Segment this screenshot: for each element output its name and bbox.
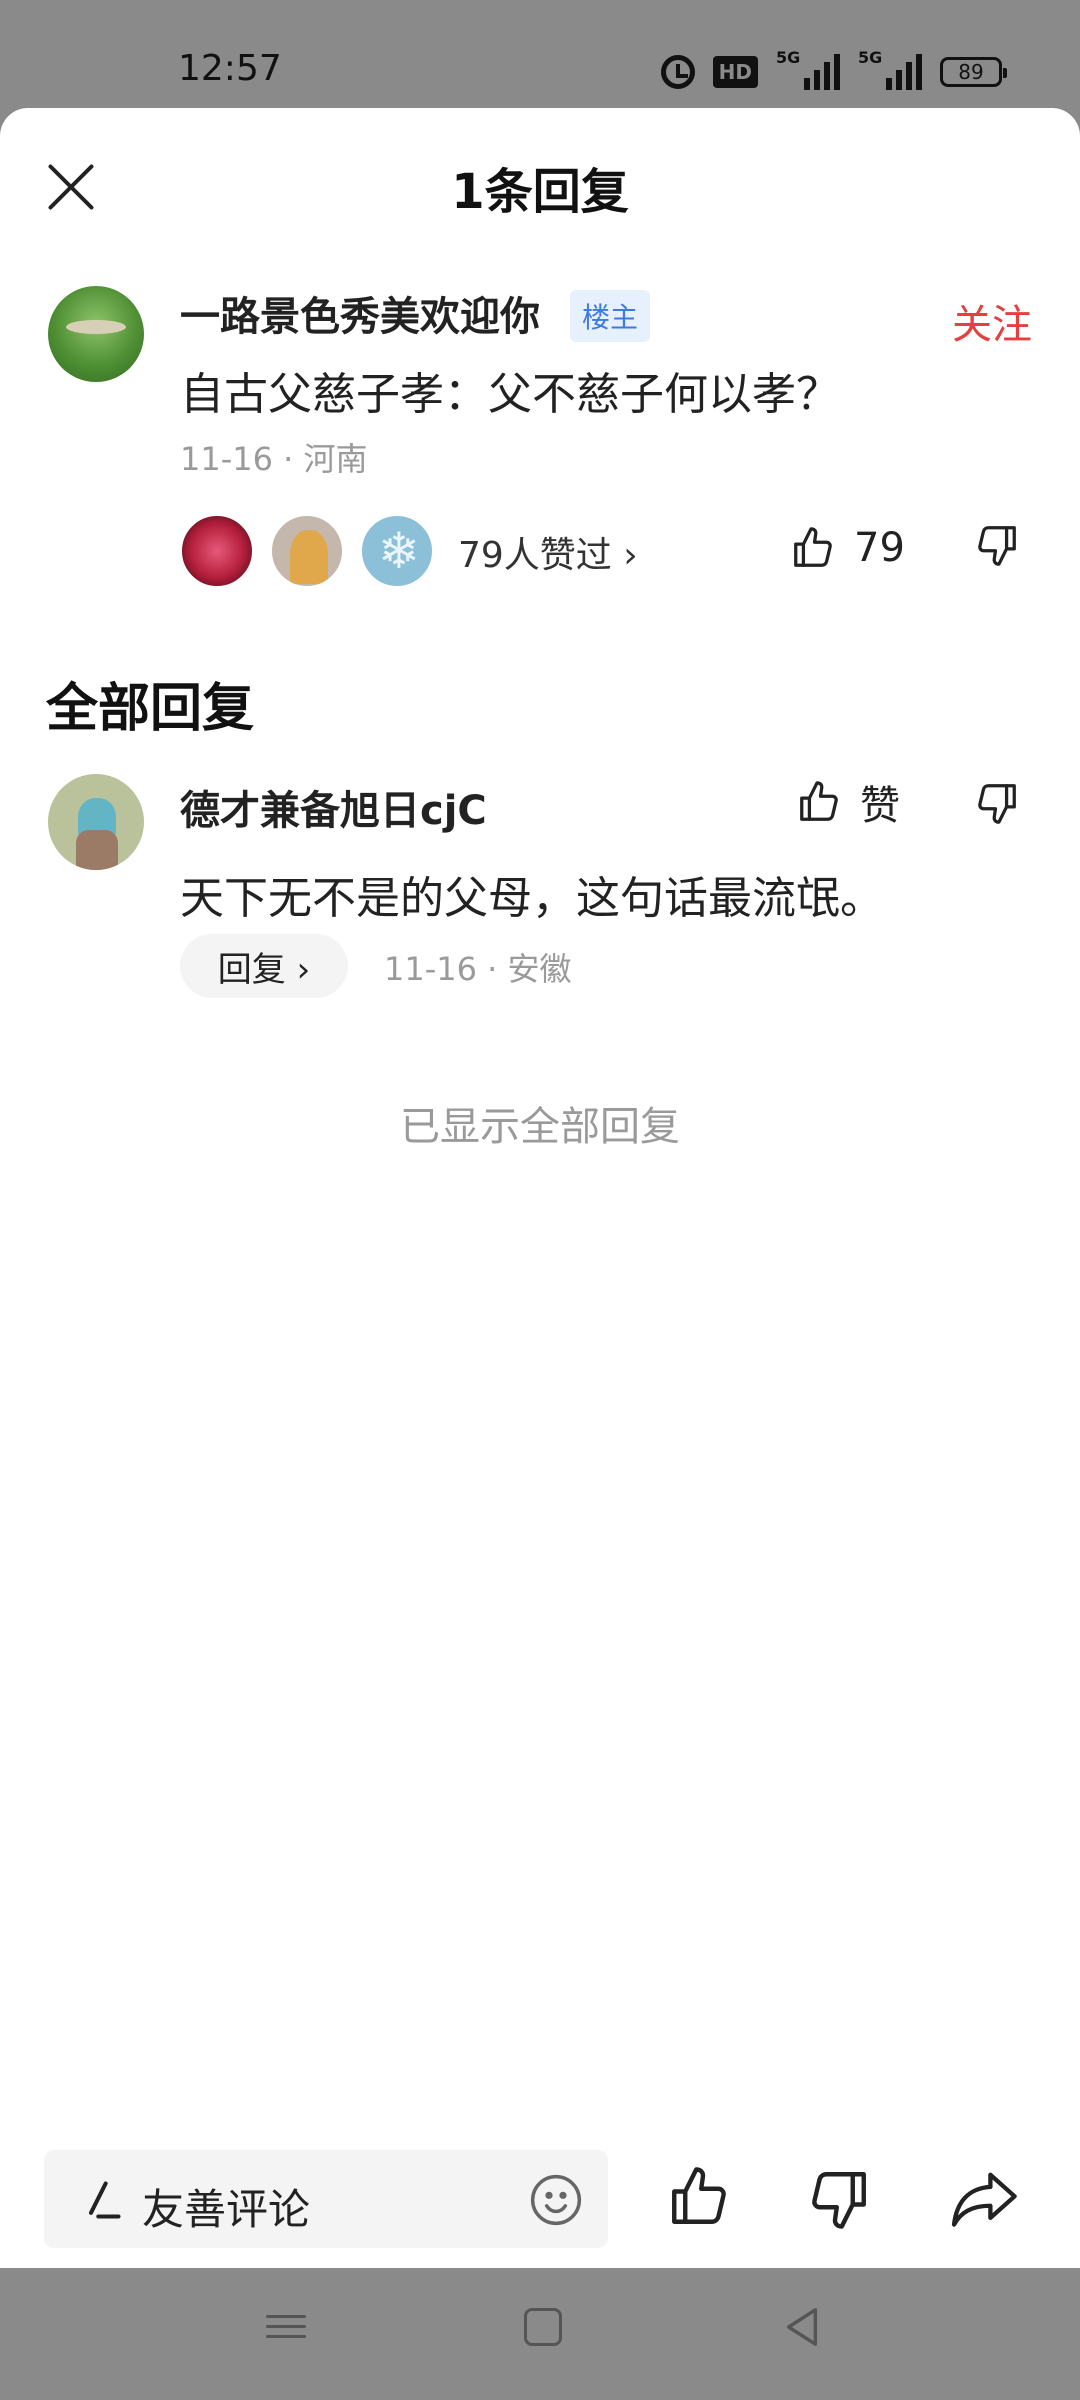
like-button[interactable]: 79 xyxy=(790,518,905,578)
like-count: 79 xyxy=(854,525,905,571)
like-button[interactable]: 赞 xyxy=(796,772,900,832)
thumbs-up-icon xyxy=(800,781,838,821)
signal-label: 5G xyxy=(858,48,883,67)
owner-badge: 楼主 xyxy=(570,290,651,342)
comment-username[interactable]: 一路景色秀美欢迎你 xyxy=(180,284,540,342)
reply-meta: 11-16 · 安徽 xyxy=(384,950,572,988)
avatar[interactable] xyxy=(48,286,144,382)
section-title: 全部回复 xyxy=(46,679,255,739)
liker-avatar[interactable] xyxy=(360,514,434,588)
avatar[interactable] xyxy=(48,774,144,870)
status-bar: 12:57 HD 5G 5G 89 xyxy=(0,0,1080,108)
signal-icon: 5G xyxy=(858,48,922,90)
thumbs-up-icon[interactable] xyxy=(666,2164,732,2230)
emoji-icon[interactable] xyxy=(528,2172,584,2228)
alarm-icon xyxy=(660,55,695,89)
like-label: 赞 xyxy=(860,783,900,829)
thumbs-down-icon[interactable] xyxy=(806,2166,872,2232)
bottom-action-bar: 友善评论 xyxy=(0,2118,1080,2268)
comment-input[interactable]: 友善评论 xyxy=(44,2150,608,2248)
status-time: 12:57 xyxy=(178,48,282,89)
status-icons: HD 5G 5G 89 xyxy=(660,48,1007,92)
hd-icon: HD xyxy=(712,56,758,88)
signal-label: 5G xyxy=(776,48,801,67)
liker-avatar[interactable] xyxy=(180,514,254,588)
battery-icon: 89 xyxy=(940,57,1007,87)
comment-placeholder: 友善评论 xyxy=(142,2185,311,2234)
sheet-title: 1条回复 xyxy=(451,164,629,220)
all-replies-shown-note: 已显示全部回复 xyxy=(400,1104,680,1150)
follow-button[interactable]: 关注 xyxy=(952,292,1032,350)
menu-icon[interactable] xyxy=(266,2308,306,2348)
thumbs-down-icon[interactable] xyxy=(974,522,1020,568)
system-nav-bar xyxy=(0,2268,1080,2400)
comment-meta: 11-16 · 河南 xyxy=(180,440,368,478)
reply-sheet: 1条回复 一路景色秀美欢迎你 楼主 关注 自古父慈子孝：父不慈子何以孝？ 11-… xyxy=(0,108,1080,2268)
reply-username[interactable]: 德才兼备旭日cjC xyxy=(180,778,487,836)
reply-button[interactable]: 回复 › xyxy=(180,934,348,998)
thumbs-up-icon xyxy=(794,527,832,567)
pen-icon xyxy=(88,2181,121,2219)
share-icon[interactable] xyxy=(950,2168,1020,2230)
liker-avatar[interactable] xyxy=(270,514,344,588)
home-icon[interactable] xyxy=(524,2308,562,2346)
comment-text: 自古父慈子孝：父不慈子何以孝？ xyxy=(180,369,840,420)
likers-link[interactable]: 79人赞过 › xyxy=(458,526,638,578)
thumbs-down-icon[interactable] xyxy=(974,780,1020,826)
back-icon[interactable] xyxy=(782,2306,822,2348)
reply-text: 天下无不是的父母，这句话最流氓。 xyxy=(180,873,884,924)
signal-icon: 5G xyxy=(776,48,840,90)
